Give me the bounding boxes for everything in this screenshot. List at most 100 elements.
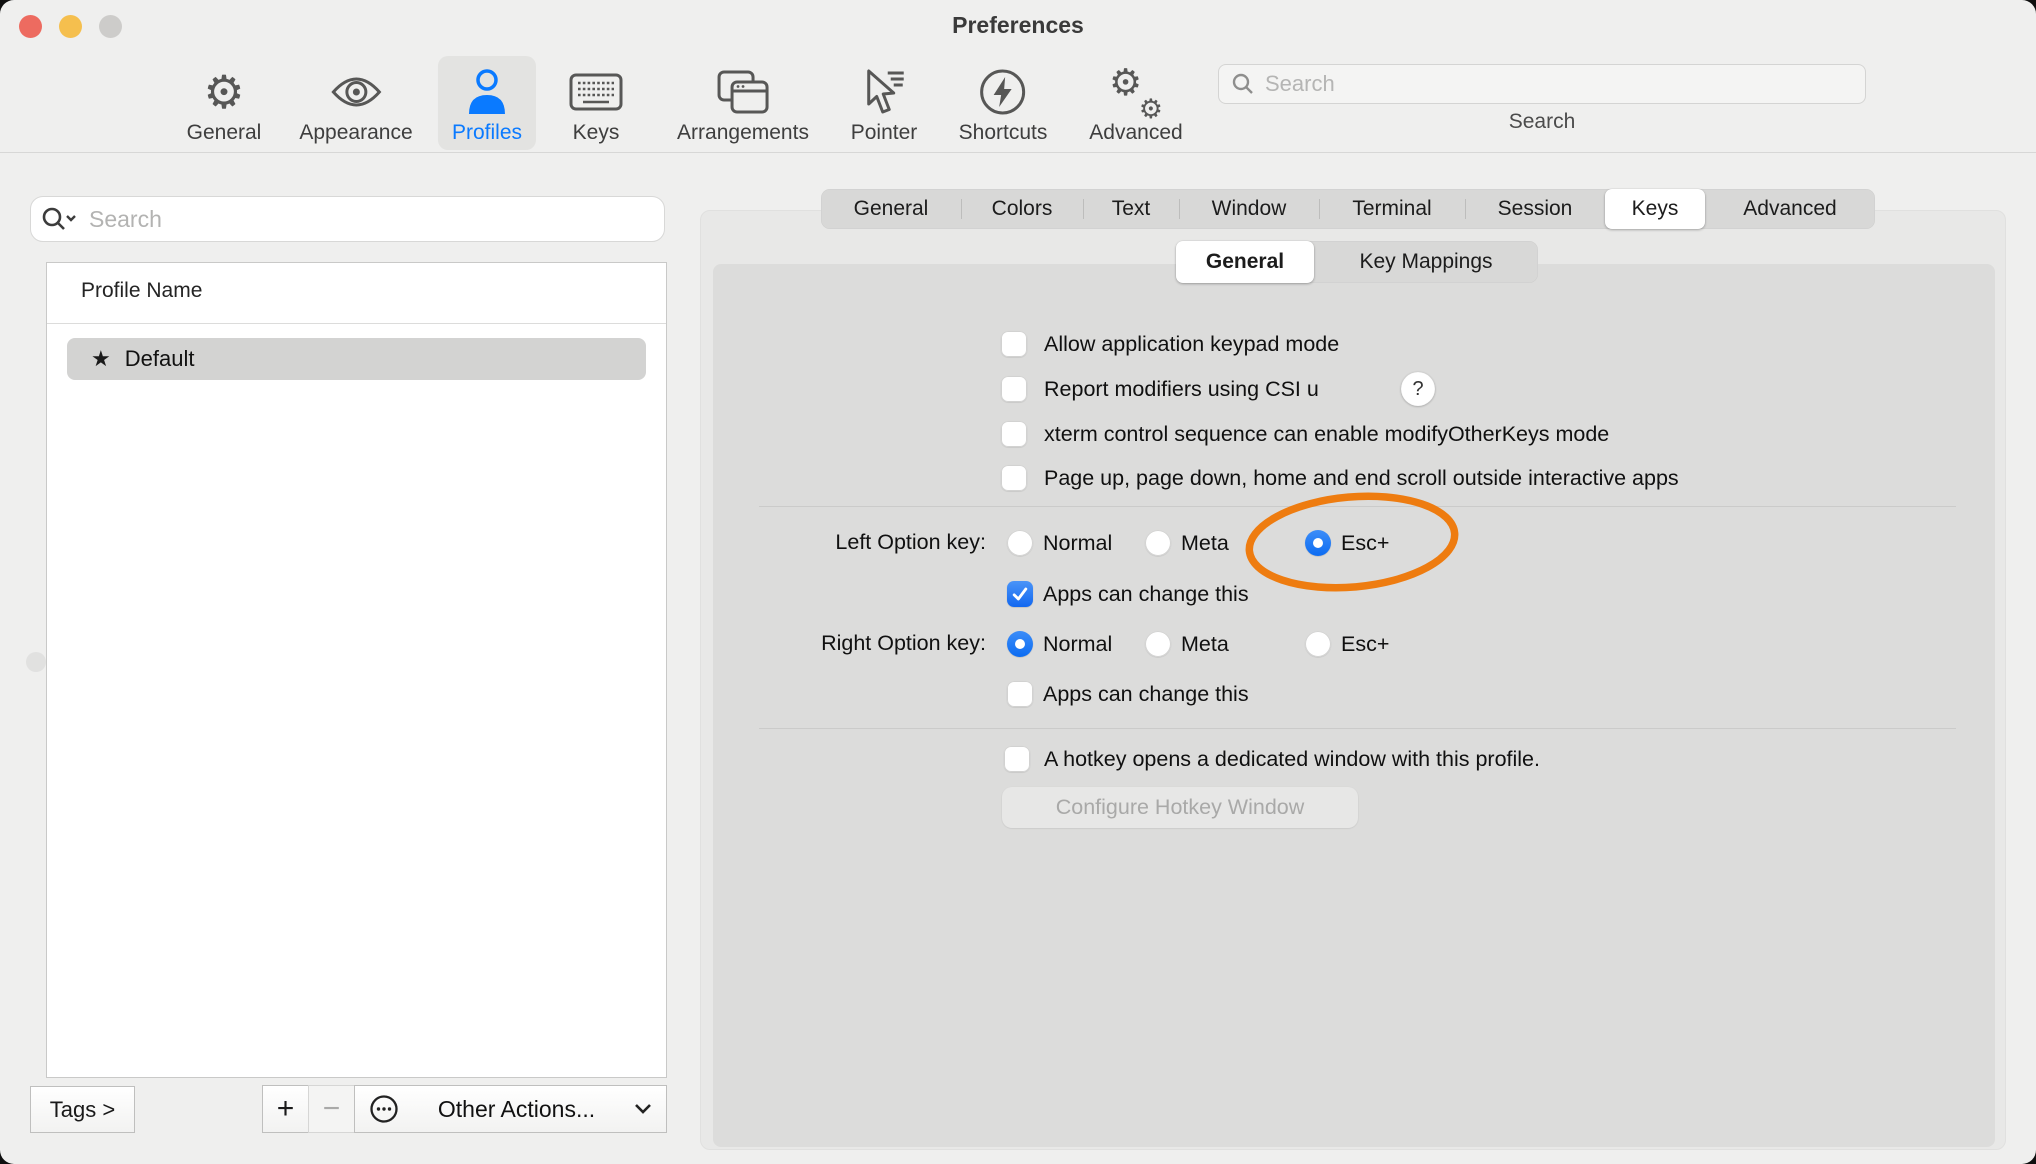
toolbar-item-appearance[interactable]: Appearance (285, 56, 426, 150)
checkbox-label: Apps can change this (1043, 582, 1249, 607)
checkbox-icon[interactable] (1007, 681, 1033, 707)
checkbox-label: Allow application keypad mode (1044, 332, 1339, 357)
toolbar-item-label: Appearance (299, 122, 412, 144)
search-icon (1231, 72, 1255, 96)
checkbox-label: A hotkey opens a dedicated window with t… (1044, 747, 1540, 772)
radio-label: Normal (1043, 531, 1112, 556)
cursor-icon (862, 67, 906, 117)
tab-advanced[interactable]: Advanced (1705, 189, 1875, 229)
radio-right-meta[interactable]: Meta (1145, 631, 1229, 657)
toolbar-item-pointer[interactable]: Pointer (837, 56, 932, 150)
tab-window[interactable]: Window (1179, 189, 1319, 229)
checkbox-label: Report modifiers using CSI u (1044, 377, 1319, 402)
right-option-key-label: Right Option key: (701, 631, 986, 656)
subtab-general[interactable]: General (1176, 241, 1314, 283)
toolbar-divider (0, 152, 2036, 153)
toolbar-search-field[interactable] (1218, 64, 1866, 104)
remove-profile-button[interactable]: − (308, 1085, 355, 1133)
profile-tab-bar: General Colors Text Window Terminal Sess… (821, 189, 1875, 229)
profile-row-default[interactable]: ★ Default (67, 338, 646, 380)
left-option-key-label: Left Option key: (701, 530, 986, 555)
profile-search-field[interactable] (30, 196, 665, 242)
radio-left-meta[interactable]: Meta (1145, 530, 1229, 556)
divider (759, 506, 1956, 507)
other-actions-label: Other Actions... (409, 1096, 624, 1123)
toolbar-item-label: Arrangements (677, 122, 809, 144)
checkbox-label: Apps can change this (1043, 682, 1249, 707)
radio-label: Esc+ (1341, 531, 1389, 556)
add-profile-button[interactable]: + (262, 1085, 309, 1133)
profile-settings-panel: General Colors Text Window Terminal Sess… (700, 210, 2006, 1150)
person-icon (466, 67, 508, 117)
profile-search-input[interactable] (87, 205, 654, 234)
profile-list-panel: Profile Name ★ Default (46, 262, 667, 1078)
checkbox-row: xterm control sequence can enable modify… (1001, 417, 1609, 451)
radio-right-normal[interactable]: Normal (1007, 631, 1112, 657)
checkbox-row: Page up, page down, home and end scroll … (1001, 461, 1679, 495)
tab-text[interactable]: Text (1083, 189, 1179, 229)
checkbox-label: xterm control sequence can enable modify… (1044, 422, 1609, 447)
other-actions-dropdown[interactable]: Other Actions... (354, 1085, 667, 1133)
toolbar-item-label: Keys (573, 122, 620, 144)
tab-terminal[interactable]: Terminal (1319, 189, 1465, 229)
gear-icon: ⚙ (203, 67, 244, 117)
tab-keys[interactable]: Keys (1605, 189, 1705, 229)
toolbar-item-label: Profiles (452, 122, 522, 144)
profile-list-header: Profile Name (81, 279, 202, 303)
toolbar-item-general[interactable]: ⚙ General (173, 56, 276, 150)
tags-button[interactable]: Tags > (30, 1086, 135, 1133)
screenshot-root: Preferences ⚙ General Appearance Profile… (0, 0, 2036, 1164)
toolbar-item-profiles[interactable]: Profiles (438, 56, 536, 150)
radio-icon[interactable] (1305, 530, 1331, 556)
checkbox-row: Report modifiers using CSI u (1001, 372, 1319, 406)
checkbox-scroll-outside-apps[interactable] (1001, 465, 1027, 491)
toolbar-item-shortcuts[interactable]: Shortcuts (945, 56, 1062, 150)
toolbar-item-label: General (187, 122, 262, 144)
divider (759, 728, 1956, 729)
radio-icon[interactable] (1145, 631, 1171, 657)
radio-label: Normal (1043, 632, 1112, 657)
radio-label: Meta (1181, 632, 1229, 657)
checkbox-icon[interactable] (1007, 581, 1033, 607)
eye-icon (330, 67, 382, 117)
toolbar-search-label: Search (1218, 110, 1866, 134)
star-icon: ★ (91, 348, 111, 370)
keys-general-pane (713, 264, 1995, 1147)
bolt-icon (979, 67, 1027, 117)
radio-icon[interactable] (1007, 530, 1033, 556)
checkbox-label: Page up, page down, home and end scroll … (1044, 466, 1679, 491)
tab-session[interactable]: Session (1465, 189, 1605, 229)
radio-icon[interactable] (1145, 530, 1171, 556)
radio-icon[interactable] (1007, 631, 1033, 657)
splitter-handle[interactable] (26, 652, 46, 672)
tab-colors[interactable]: Colors (961, 189, 1083, 229)
checkbox-modify-other-keys[interactable] (1001, 421, 1027, 447)
chevron-down-icon (634, 1103, 652, 1115)
toolbar-item-advanced[interactable]: ⚙⚙ Advanced (1075, 56, 1196, 150)
checkbox-left-apps-can-change[interactable]: Apps can change this (1007, 581, 1249, 607)
checkbox-keypad-mode[interactable] (1001, 331, 1027, 357)
toolbar-item-keys[interactable]: Keys (555, 56, 637, 150)
windows-icon (717, 67, 769, 117)
subtab-key-mappings[interactable]: Key Mappings (1314, 241, 1538, 283)
search-menu-icon (41, 206, 79, 232)
radio-label: Meta (1181, 531, 1229, 556)
configure-hotkey-window-button[interactable]: Configure Hotkey Window (1002, 787, 1358, 828)
toolbar-item-arrangements[interactable]: Arrangements (663, 56, 823, 150)
radio-icon[interactable] (1305, 631, 1331, 657)
checkbox-row: Allow application keypad mode (1001, 327, 1339, 361)
checkbox-right-apps-can-change[interactable]: Apps can change this (1007, 681, 1249, 707)
checkbox-hotkey-window[interactable]: A hotkey opens a dedicated window with t… (1004, 746, 1540, 772)
help-button[interactable]: ? (1401, 372, 1435, 406)
radio-right-esc[interactable]: Esc+ (1305, 631, 1389, 657)
keys-subtab-bar: General Key Mappings (1176, 241, 1538, 283)
checkbox-icon[interactable] (1004, 746, 1030, 772)
checkbox-csi-u[interactable] (1001, 376, 1027, 402)
window-title: Preferences (0, 12, 2036, 39)
keyboard-icon (569, 67, 623, 117)
tab-general[interactable]: General (821, 189, 961, 229)
radio-left-esc[interactable]: Esc+ (1305, 530, 1389, 556)
toolbar-search-input[interactable] (1263, 70, 1853, 98)
radio-left-normal[interactable]: Normal (1007, 530, 1112, 556)
toolbar-item-label: Shortcuts (959, 122, 1048, 144)
